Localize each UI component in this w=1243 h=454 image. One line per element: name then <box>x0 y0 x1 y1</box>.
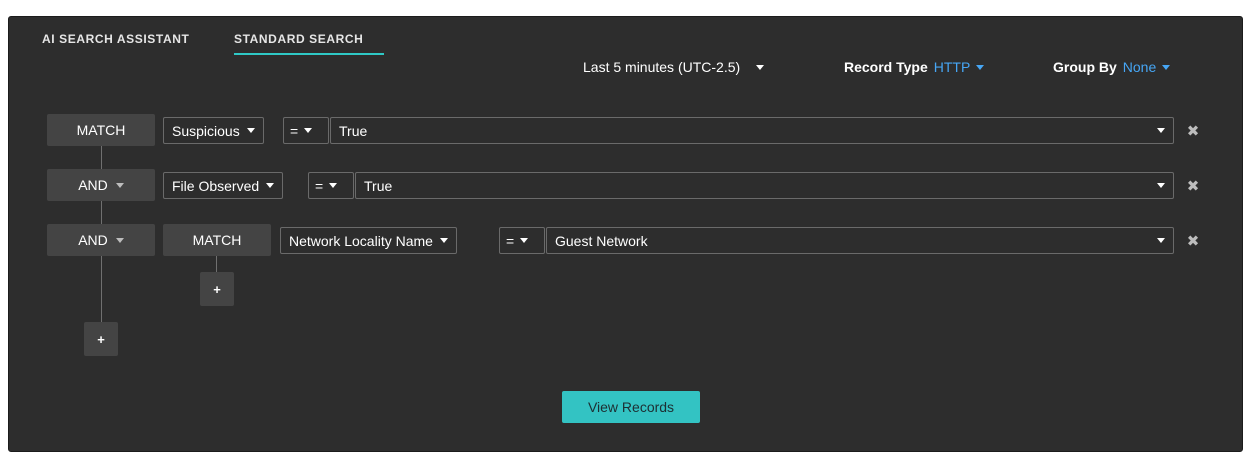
and-operator-dropdown[interactable]: AND <box>47 169 155 201</box>
value-label: True <box>339 122 368 139</box>
value-label: True <box>364 177 393 194</box>
comparator-select[interactable]: = <box>499 227 545 254</box>
field-select-network-locality-name[interactable]: Network Locality Name <box>280 227 457 254</box>
record-type-dropdown[interactable]: Record Type HTTP <box>844 59 985 75</box>
chevron-down-icon <box>246 128 255 133</box>
group-match-operator: MATCH <box>163 224 271 256</box>
field-label: Network Locality Name <box>289 232 433 249</box>
operator-label: MATCH <box>76 122 126 138</box>
chevron-down-icon <box>1157 238 1165 243</box>
record-type-label: Record Type <box>844 59 928 75</box>
remove-row-icon[interactable]: ✖ <box>1186 234 1200 249</box>
comparator-select[interactable]: = <box>308 172 354 199</box>
chevron-down-icon <box>1162 64 1171 70</box>
add-condition-button[interactable]: + <box>84 322 118 356</box>
active-tab-indicator <box>234 53 384 55</box>
add-group-condition-button[interactable]: + <box>200 272 234 306</box>
operator-label: AND <box>78 177 108 193</box>
tab-ai-search-assistant[interactable]: AI SEARCH ASSISTANT <box>42 32 189 46</box>
chevron-down-icon <box>520 238 529 243</box>
comparator-label: = <box>315 177 324 194</box>
operator-label: AND <box>78 232 108 248</box>
chevron-down-icon <box>1157 128 1165 133</box>
chevron-down-icon <box>1157 183 1165 188</box>
group-by-dropdown[interactable]: Group By None <box>1053 59 1171 75</box>
record-type-value: HTTP <box>933 59 971 75</box>
remove-row-icon[interactable]: ✖ <box>1186 179 1200 194</box>
tab-standard-search[interactable]: STANDARD SEARCH <box>234 32 363 46</box>
chevron-down-icon <box>115 237 124 243</box>
chevron-down-icon <box>439 238 448 243</box>
remove-row-icon[interactable]: ✖ <box>1186 124 1200 139</box>
view-records-button[interactable]: View Records <box>562 391 700 423</box>
comparator-label: = <box>506 232 515 249</box>
comparator-label: = <box>290 122 299 139</box>
and-operator-dropdown[interactable]: AND <box>47 224 155 256</box>
value-select[interactable]: Guest Network <box>546 227 1174 254</box>
field-select-file-observed[interactable]: File Observed <box>163 172 284 199</box>
field-select-suspicious[interactable]: Suspicious <box>163 117 264 144</box>
group-by-label: Group By <box>1053 59 1117 75</box>
chevron-down-icon <box>329 183 338 188</box>
chevron-down-icon <box>304 128 313 133</box>
comparator-select[interactable]: = <box>283 117 329 144</box>
time-range-label: Last 5 minutes (UTC-2.5) <box>583 59 741 75</box>
chevron-down-icon <box>976 64 985 70</box>
chevron-down-icon <box>266 183 275 188</box>
field-label: File Observed <box>172 177 260 194</box>
group-by-value: None <box>1122 59 1157 75</box>
field-label: Suspicious <box>172 122 240 139</box>
match-operator: MATCH <box>47 114 155 146</box>
value-select[interactable]: True <box>330 117 1174 144</box>
value-select[interactable]: True <box>355 172 1174 199</box>
chevron-down-icon <box>756 64 765 70</box>
time-range-dropdown[interactable]: Last 5 minutes (UTC-2.5) <box>583 59 765 75</box>
value-label: Guest Network <box>555 232 648 249</box>
operator-label: MATCH <box>192 232 242 248</box>
chevron-down-icon <box>115 182 124 188</box>
